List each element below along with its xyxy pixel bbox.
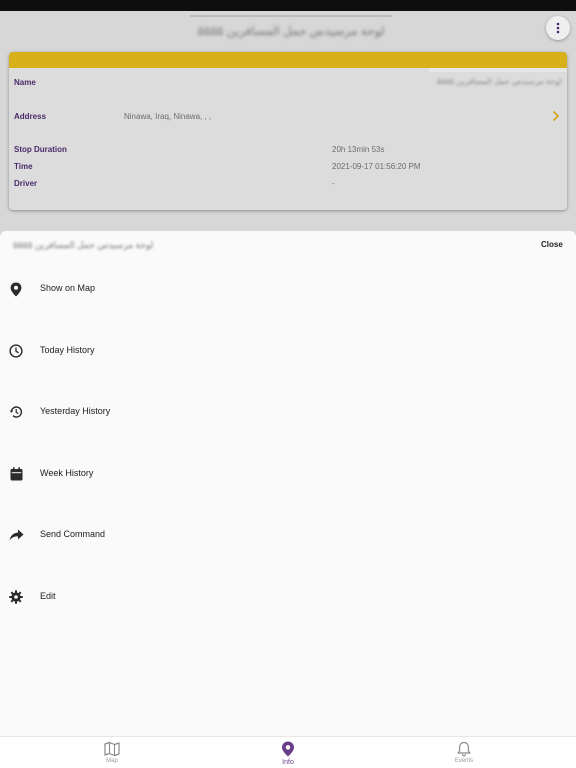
menu-item-yesterday-history[interactable]: Yesterday History: [0, 392, 576, 432]
calendar-icon: [8, 466, 24, 482]
menu-item-edit[interactable]: Edit: [0, 577, 576, 617]
sheet-title: ۵۵۵۵ لوحة مرسيدس حمل المسافرين: [13, 240, 154, 250]
menu-item-label: Today History: [40, 345, 95, 355]
time-value: 2021-09-17 01:56:20 PM: [332, 162, 421, 171]
gear-icon: [8, 589, 24, 605]
menu-item-today-history[interactable]: Today History: [0, 331, 576, 371]
nav-label: Info: [282, 759, 294, 766]
header-title-container: ۵۵۵۵ لوحة مرسيدس حمل المسافرين: [190, 15, 392, 43]
nav-tab-info[interactable]: Info: [258, 737, 318, 768]
status-bar: [0, 0, 576, 11]
menu-item-show-on-map[interactable]: Show on Map: [0, 269, 576, 309]
menu-item-label: Send Command: [40, 529, 106, 539]
menu-item-send-command[interactable]: Send Command: [0, 515, 576, 555]
stop-duration-value: 20h 13min 53s: [332, 145, 385, 154]
device-info-card: Name ۵۵۵۵ لوحة مرسيدس حمل المسافرين Addr…: [9, 52, 567, 210]
header-title: ۵۵۵۵ لوحة مرسيدس حمل المسافرين: [197, 24, 385, 38]
name-value: ۵۵۵۵ لوحة مرسيدس حمل المسافرين: [437, 77, 562, 86]
clock-icon: [8, 343, 24, 359]
name-label: Name: [14, 78, 36, 87]
driver-label: Driver: [14, 179, 38, 188]
nav-tab-map[interactable]: Map: [82, 737, 142, 768]
card-strip: [429, 68, 567, 72]
map-pin-icon: [8, 281, 24, 297]
menu-item-label: Week History: [40, 468, 94, 478]
menu-item-label: Show on Map: [40, 283, 96, 293]
card-accent-header: [9, 52, 567, 68]
share-forward-icon: [8, 527, 24, 543]
menu-item-label: Edit: [40, 591, 56, 601]
menu-item-label: Yesterday History: [40, 406, 111, 416]
chevron-right-icon[interactable]: [552, 110, 560, 122]
map-icon: [104, 741, 120, 757]
time-label: Time: [14, 162, 33, 171]
nav-label: Map: [106, 758, 118, 764]
bell-icon: [457, 741, 471, 757]
more-options-button[interactable]: [546, 16, 570, 40]
stop-duration-label: Stop Duration: [14, 145, 67, 154]
close-button[interactable]: Close: [541, 240, 563, 249]
history-icon: [8, 404, 24, 420]
header-divider: [190, 15, 392, 17]
location-pin-icon: [281, 741, 295, 757]
background-details-screen: ۵۵۵۵ لوحة مرسيدس حمل المسافرين Name ۵۵۵۵…: [0, 11, 576, 235]
more-vertical-icon: [556, 22, 560, 34]
nav-tab-events[interactable]: Events: [434, 737, 494, 768]
action-bottom-sheet: ۵۵۵۵ لوحة مرسيدس حمل المسافرين Close Sho…: [0, 231, 576, 736]
bottom-navigation: Map Info Events: [0, 736, 576, 768]
address-value[interactable]: Ninawa, Iraq, Ninawa, , ,: [124, 112, 211, 121]
menu-item-week-history[interactable]: Week History: [0, 454, 576, 494]
nav-label: Events: [454, 758, 474, 764]
address-label: Address: [14, 112, 47, 121]
driver-value: -: [332, 179, 335, 188]
